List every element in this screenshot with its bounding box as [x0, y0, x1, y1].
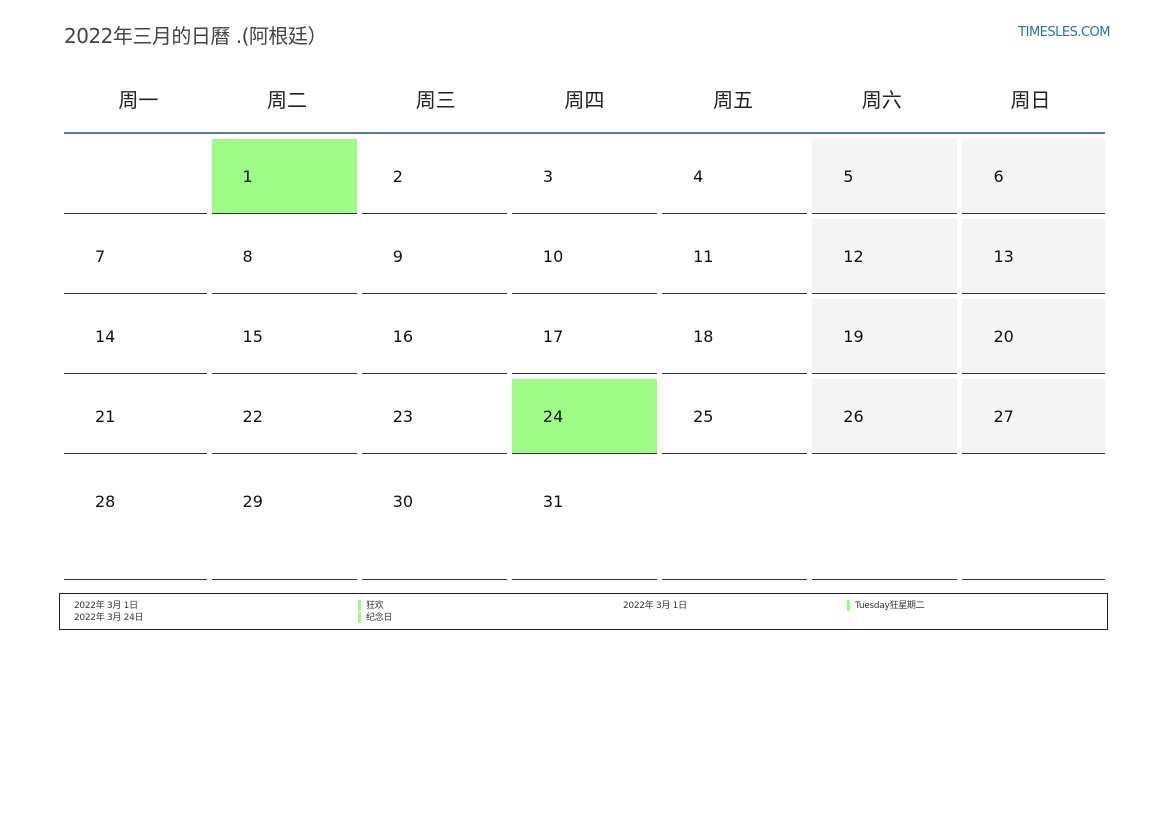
day-number: 11 — [693, 247, 714, 266]
calendar-day[interactable]: 21 — [64, 379, 207, 454]
day-number: 23 — [392, 407, 414, 426]
day-number: 22 — [242, 407, 263, 426]
day-number: 15 — [242, 327, 263, 346]
weekday-header: 周五 — [713, 88, 754, 112]
calendar-day[interactable]: 22 — [211, 379, 357, 454]
day-number: 13 — [993, 247, 1014, 266]
calendar-day[interactable]: 13 — [962, 219, 1105, 294]
day-number: 7 — [95, 247, 106, 266]
weekday-header-row: 周一 周二 周三 周四 周五 周六 周日 — [64, 76, 1105, 134]
legend-holiday-name: Tuesday狂星期二 — [847, 600, 925, 612]
calendar-day[interactable]: 26 — [812, 379, 958, 454]
calendar-day[interactable]: 30 — [361, 459, 507, 580]
day-number: 5 — [843, 167, 854, 186]
calendar-day-holiday[interactable]: 1 — [211, 139, 357, 214]
calendar-day-empty — [64, 139, 207, 214]
legend-date: 2022年 3月 1日 — [74, 601, 138, 611]
calendar-day[interactable]: 12 — [812, 219, 958, 294]
day-number: 4 — [693, 167, 704, 186]
legend-date: 2022年 3月 1日 — [623, 601, 687, 611]
calendar-day-empty — [662, 459, 808, 580]
legend-date: 2022年 3月 24日 — [74, 613, 144, 623]
calendar-day[interactable]: 3 — [511, 139, 658, 214]
day-number: 27 — [993, 407, 1014, 426]
calendar-day[interactable]: 28 — [64, 459, 207, 580]
calendar-day-empty — [812, 459, 958, 580]
calendar-day[interactable]: 14 — [64, 299, 207, 374]
legend-holiday-label: 纪念日 — [366, 613, 393, 623]
calendar-day[interactable]: 20 — [962, 299, 1105, 374]
day-number: 6 — [993, 167, 1004, 186]
calendar-day[interactable]: 29 — [211, 459, 357, 580]
legend-holiday-name: 纪念日 — [358, 612, 392, 624]
day-number: 19 — [843, 327, 864, 346]
holiday-color-swatch — [358, 612, 361, 623]
legend-holiday-label: 狂欢 — [366, 601, 384, 611]
day-number: 30 — [392, 492, 414, 511]
day-number: 8 — [242, 247, 253, 266]
calendar-day[interactable]: 27 — [962, 379, 1105, 454]
legend-holiday-name: 狂欢 — [358, 600, 384, 612]
calendar-day[interactable]: 18 — [662, 299, 808, 374]
calendar-weeks: 1 2 3 4 5 6 7 8 9 10 11 12 13 14 15 16 17 18 19 20 21 22 23 24 2… — [64, 134, 1105, 580]
day-number: 12 — [843, 247, 864, 266]
day-number: 18 — [693, 327, 714, 346]
day-number: 9 — [392, 247, 403, 266]
day-number: 10 — [542, 247, 564, 266]
day-number: 21 — [95, 407, 116, 426]
calendar-day-holiday[interactable]: 24 — [511, 379, 658, 454]
day-number: 24 — [542, 407, 564, 426]
calendar-day[interactable]: 10 — [511, 219, 658, 294]
weekday-header: 周四 — [564, 88, 605, 112]
day-number: 29 — [242, 492, 263, 511]
calendar-week-row: 21 22 23 24 25 26 27 — [64, 374, 1105, 454]
calendar-grid: 周一 周二 周三 周四 周五 周六 周日 1 2 3 4 5 6 7 8 9 10 11 12 13 14… — [64, 76, 1105, 580]
calendar-day[interactable]: 9 — [361, 219, 507, 294]
calendar-day-empty — [962, 459, 1105, 580]
legend-holiday-label: Tuesday狂星期二 — [855, 601, 925, 611]
page-title: 2022年三月的日曆 .(阿根廷） — [64, 24, 327, 48]
calendar-week-row: 7 8 9 10 11 12 13 — [64, 214, 1105, 294]
day-number: 25 — [693, 407, 714, 426]
day-number: 16 — [392, 327, 414, 346]
calendar-day[interactable]: 15 — [211, 299, 357, 374]
weekday-header: 周二 — [267, 88, 308, 112]
calendar-day[interactable]: 8 — [211, 219, 357, 294]
day-number: 3 — [542, 167, 554, 186]
calendar-day[interactable]: 31 — [511, 459, 658, 580]
calendar-week-row: 1 2 3 4 5 6 — [64, 134, 1105, 214]
day-number: 14 — [95, 327, 116, 346]
holiday-color-swatch — [358, 600, 361, 611]
calendar-day[interactable]: 17 — [511, 299, 658, 374]
site-link[interactable]: TIMESLES.COM — [1018, 25, 1110, 40]
calendar-day[interactable]: 25 — [662, 379, 808, 454]
day-number: 17 — [542, 327, 564, 346]
weekday-header: 周一 — [118, 88, 159, 112]
day-number: 28 — [95, 492, 116, 511]
day-number: 31 — [542, 492, 564, 511]
calendar-week-row: 28 29 30 31 — [64, 454, 1105, 580]
calendar-day[interactable]: 6 — [962, 139, 1105, 214]
calendar-week-row: 14 15 16 17 18 19 20 — [64, 294, 1105, 374]
calendar-day[interactable]: 2 — [361, 139, 507, 214]
holiday-color-swatch — [847, 600, 850, 611]
weekday-header: 周六 — [861, 88, 902, 112]
day-number: 2 — [392, 167, 403, 186]
calendar-day[interactable]: 7 — [64, 219, 207, 294]
holiday-legend: 2022年 3月 1日 2022年 3月 24日 狂欢 纪念日 2022年 3月… — [59, 593, 1108, 630]
day-number: 1 — [242, 167, 253, 186]
calendar-day[interactable]: 4 — [662, 139, 808, 214]
weekday-header: 周日 — [1010, 88, 1051, 112]
calendar-day[interactable]: 5 — [812, 139, 958, 214]
day-number: 20 — [993, 327, 1014, 346]
calendar-day[interactable]: 16 — [361, 299, 507, 374]
calendar-day[interactable]: 19 — [812, 299, 958, 374]
calendar-day[interactable]: 11 — [662, 219, 808, 294]
calendar-day[interactable]: 23 — [361, 379, 507, 454]
weekday-header: 周三 — [415, 88, 456, 112]
day-number: 26 — [843, 407, 864, 426]
